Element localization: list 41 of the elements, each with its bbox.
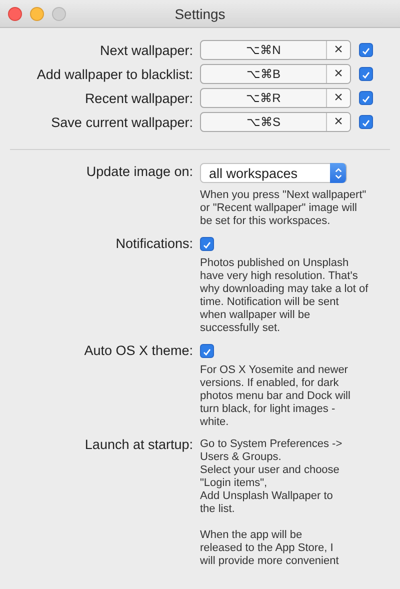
option-label: Update image on:	[85, 163, 193, 181]
description-text: versions. If enabled, for dark	[200, 377, 340, 390]
description-text: "Login items",	[200, 477, 268, 490]
checkbox[interactable]	[359, 67, 373, 81]
shortcut-label: Next wallpaper:	[98, 42, 193, 58]
description-text: For OS X Yosemite and newer	[200, 364, 349, 377]
option-label: Auto OS X theme:	[83, 342, 193, 360]
description-text: the list.	[200, 503, 236, 516]
description-text: Users & Groups.	[200, 451, 282, 464]
option-label: Launch at startup:	[84, 436, 193, 454]
checkbox[interactable]	[359, 91, 373, 105]
shortcut-label: Save current wallpaper:	[50, 114, 193, 130]
checkbox[interactable]	[359, 43, 373, 57]
description-text: released to the App Store, I	[200, 542, 334, 555]
description-text: why downloading may take a lot of	[200, 283, 368, 296]
description-text: Add Unsplash Wallpaper to	[200, 490, 334, 503]
description-text: when wallpaper will be	[200, 309, 312, 322]
description-text: have very high resolution. That's	[200, 270, 359, 283]
option-label: Notifications:	[114, 235, 193, 253]
shortcut-label: Add wallpaper to blacklist:	[36, 66, 193, 82]
workspace-select[interactable]: all workspaces	[200, 163, 347, 183]
description-text: When you press "Next wallpapert"	[200, 189, 366, 202]
description-text: photos menu bar and Dock will	[200, 390, 350, 403]
description-text: white.	[200, 416, 230, 429]
description-text: or "Recent wallpaper" image will	[200, 202, 358, 215]
checkbox[interactable]	[359, 115, 373, 129]
description-text: be set for this workspaces.	[200, 215, 332, 228]
description-text: time. Notification will be sent	[200, 296, 340, 309]
shortcut-label: Recent wallpaper:	[84, 90, 193, 106]
description-text: will provide more convenient	[200, 555, 340, 568]
window-title: Settings	[174, 6, 226, 22]
description-text: successfully set.	[200, 322, 282, 335]
close-button[interactable]	[8, 7, 22, 21]
description-text: Go to System Preferences ->	[200, 438, 342, 451]
description-text: Photos published on Unsplash	[200, 257, 350, 270]
checkbox[interactable]	[200, 344, 214, 358]
description-text: Select your user and choose	[200, 464, 340, 477]
up-down-arrows-icon	[334, 166, 342, 180]
checkbox[interactable]	[200, 237, 214, 251]
description-text: turn black, for light images -	[200, 403, 336, 416]
description-text: When the app will be	[200, 529, 304, 542]
